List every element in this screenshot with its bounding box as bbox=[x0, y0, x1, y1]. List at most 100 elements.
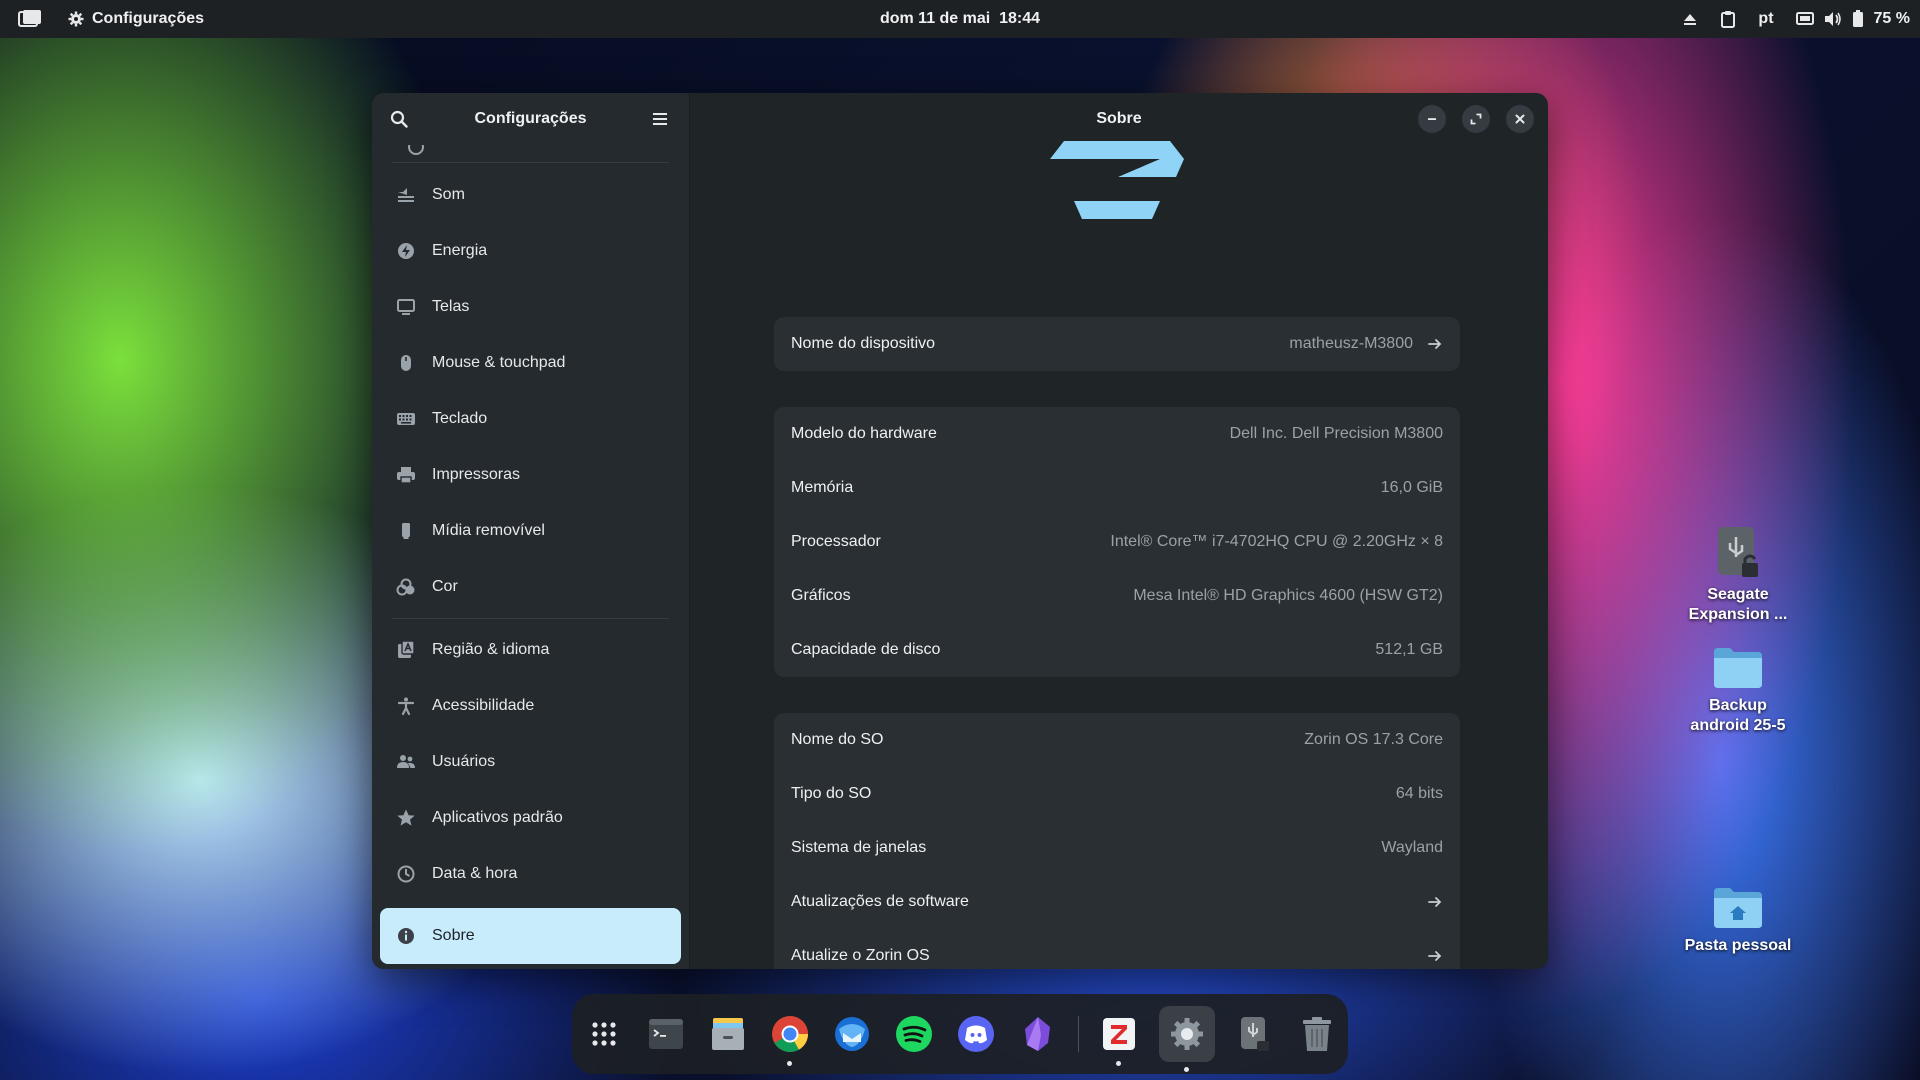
sidebar-item-teclado[interactable]: Teclado bbox=[380, 391, 681, 447]
row-label: Gráficos bbox=[791, 587, 851, 604]
sidebar-item-label: Cor bbox=[432, 578, 458, 595]
desktop-icon-seagate[interactable]: Seagate Expansion ... bbox=[1673, 525, 1803, 625]
system-status-menu[interactable]: 75 % bbox=[1795, 10, 1910, 28]
clock[interactable]: dom 11 de mai 18:44 bbox=[880, 10, 1040, 27]
eject-icon[interactable] bbox=[1682, 11, 1698, 27]
row-label: Memória bbox=[791, 479, 854, 496]
sidebar-item-label: Acessibilidade bbox=[432, 697, 535, 714]
users-icon bbox=[396, 752, 416, 772]
dock-files[interactable] bbox=[706, 1012, 750, 1056]
clock-icon bbox=[396, 864, 416, 884]
dock-obsidian[interactable] bbox=[1016, 1012, 1060, 1056]
arrow-right-icon bbox=[1427, 948, 1443, 964]
battery-percentage: 75 % bbox=[1873, 10, 1910, 27]
dock-terminal[interactable] bbox=[644, 1012, 688, 1056]
sidebar-item-label: Mouse & touchpad bbox=[432, 354, 566, 371]
obsidian-icon bbox=[1021, 1015, 1055, 1053]
sidebar-item-sobre[interactable]: Sobre bbox=[380, 908, 681, 964]
minimize-button[interactable] bbox=[1418, 105, 1446, 133]
dock-chrome[interactable] bbox=[768, 1012, 812, 1066]
dock-app-grid[interactable] bbox=[582, 1012, 626, 1056]
sidebar-item-aplicativos-padrao[interactable]: Aplicativos padrão bbox=[380, 790, 681, 846]
sidebar-item-regiao-idioma[interactable]: Região & idioma bbox=[380, 622, 681, 678]
minimize-icon bbox=[1426, 113, 1438, 125]
clipboard-icon[interactable] bbox=[1720, 10, 1736, 28]
maximize-button[interactable] bbox=[1462, 105, 1490, 133]
sidebar-item-mouse[interactable]: Mouse & touchpad bbox=[380, 335, 681, 391]
row-value: Zorin OS 17.3 Core bbox=[1304, 731, 1443, 748]
row-label: Modelo do hardware bbox=[791, 425, 937, 442]
sidebar-item-data-hora[interactable]: Data & hora bbox=[380, 846, 681, 902]
close-button[interactable] bbox=[1506, 105, 1534, 133]
sidebar-item-label: Teclado bbox=[432, 410, 488, 427]
discord-icon bbox=[957, 1015, 995, 1053]
speaker-icon bbox=[396, 185, 416, 205]
zorin-logo-icon bbox=[1050, 141, 1184, 226]
accessibility-icon bbox=[396, 696, 416, 716]
hardware-row: Modelo do hardware Dell Inc. Dell Precis… bbox=[774, 407, 1460, 461]
sidebar-header: Configurações bbox=[372, 93, 689, 145]
sidebar-item-som[interactable]: Som bbox=[380, 167, 681, 223]
top-bar: Configurações dom 11 de mai 18:44 pt 75 … bbox=[0, 0, 1920, 38]
row-label: Processador bbox=[791, 533, 881, 550]
mouse-icon bbox=[396, 353, 416, 373]
sidebar-item-cor[interactable]: Cor bbox=[380, 559, 681, 615]
row-label: Tipo do SO bbox=[791, 785, 872, 802]
app-grid-icon bbox=[591, 1021, 617, 1047]
desktop-icon-label: Backup bbox=[1709, 697, 1767, 714]
thunderbird-icon bbox=[833, 1015, 871, 1053]
usb-drive-icon bbox=[1714, 525, 1762, 581]
dock-settings[interactable] bbox=[1158, 1006, 1215, 1072]
sidebar-item-impressoras[interactable]: Impressoras bbox=[380, 447, 681, 503]
sidebar-item-acessibilidade[interactable]: Acessibilidade bbox=[380, 678, 681, 734]
desktop-icon-label: Expansion ... bbox=[1688, 606, 1788, 623]
settings-window: Configurações Som Energia Telas Mouse & … bbox=[372, 93, 1548, 969]
row-label: Sistema de janelas bbox=[791, 839, 927, 856]
workspaces-icon[interactable] bbox=[18, 9, 42, 29]
region-icon bbox=[396, 640, 416, 660]
keyboard-language[interactable]: pt bbox=[1758, 10, 1773, 28]
search-icon[interactable] bbox=[390, 110, 408, 128]
sidebar-item-partial[interactable] bbox=[392, 145, 669, 163]
sidebar-item-label: Impressoras bbox=[432, 466, 521, 483]
device-name-row[interactable]: Nome do dispositivo matheusz-M3800 bbox=[774, 317, 1460, 371]
upgrade-zorin-row[interactable]: Atualize o Zorin OS bbox=[774, 929, 1460, 969]
row-value: 16,0 GiB bbox=[1380, 479, 1443, 496]
software-updates-row[interactable]: Atualizações de software bbox=[774, 875, 1460, 929]
zorin-app-icon bbox=[1101, 1016, 1137, 1052]
sidebar-item-telas[interactable]: Telas bbox=[380, 279, 681, 335]
active-app-menu[interactable]: Configurações bbox=[68, 10, 204, 28]
hardware-row: Memória 16,0 GiB bbox=[774, 461, 1460, 515]
power-icon bbox=[396, 241, 416, 261]
row-value: Intel® Core™ i7-4702HQ CPU @ 2.20GHz × 8 bbox=[1110, 533, 1443, 550]
sidebar-item-label: Usuários bbox=[432, 753, 496, 770]
removable-media-icon bbox=[396, 521, 416, 541]
sidebar-item-energia[interactable]: Energia bbox=[380, 223, 681, 279]
sidebar-item-midia-removivel[interactable]: Mídia removível bbox=[380, 503, 681, 559]
active-app-name: Configurações bbox=[92, 10, 205, 27]
dock-usb-drive[interactable] bbox=[1233, 1012, 1277, 1056]
maximize-icon bbox=[1470, 113, 1482, 125]
sidebar-item-usuarios[interactable]: Usuários bbox=[380, 734, 681, 790]
row-value: 64 bits bbox=[1395, 785, 1443, 802]
display-icon bbox=[396, 297, 416, 317]
gear-icon bbox=[68, 11, 84, 27]
folder-icon bbox=[1712, 644, 1764, 692]
desktop-icon-backup-folder[interactable]: Backup android 25-5 bbox=[1673, 644, 1803, 736]
hamburger-menu-icon[interactable] bbox=[652, 113, 667, 125]
dock-zorin-updater[interactable] bbox=[1097, 1012, 1141, 1066]
sidebar-separator bbox=[392, 618, 669, 619]
sidebar-item-label: Aplicativos padrão bbox=[432, 809, 563, 826]
dock-thunderbird[interactable] bbox=[830, 1012, 874, 1056]
screen-share-icon bbox=[1795, 11, 1814, 27]
hardware-row: Gráficos Mesa Intel® HD Graphics 4600 (H… bbox=[774, 569, 1460, 623]
volume-icon bbox=[1824, 11, 1842, 27]
home-folder-icon bbox=[1712, 884, 1764, 932]
main-header: Sobre bbox=[690, 93, 1548, 145]
dock-spotify[interactable] bbox=[892, 1012, 936, 1056]
dock-trash[interactable] bbox=[1295, 1012, 1339, 1056]
dock-discord[interactable] bbox=[954, 1012, 998, 1056]
printer-icon bbox=[396, 465, 416, 485]
star-icon bbox=[396, 808, 416, 828]
desktop-icon-home-folder[interactable]: Pasta pessoal bbox=[1673, 884, 1803, 956]
